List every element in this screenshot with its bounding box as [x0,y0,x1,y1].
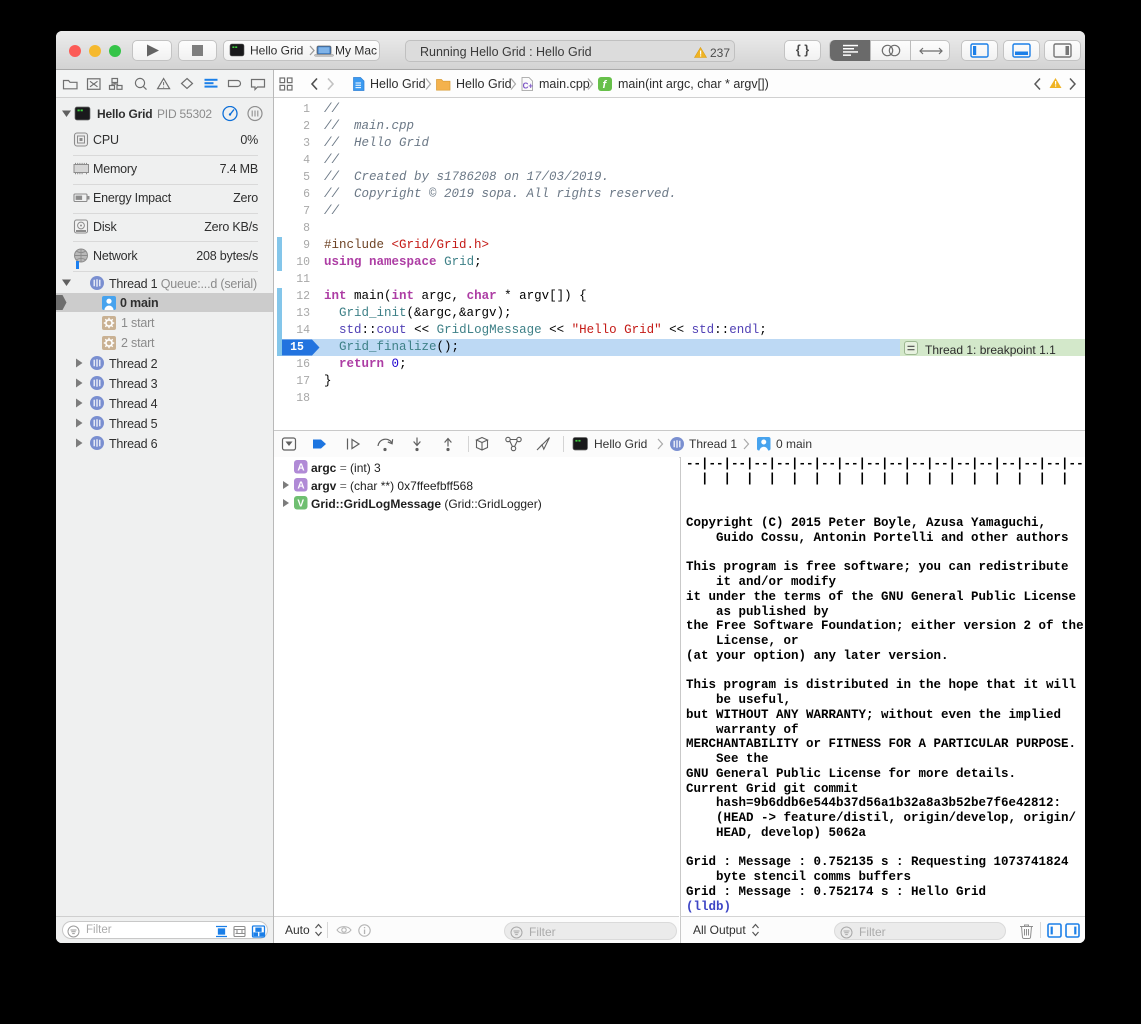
svg-text:Hello Grid: Hello Grid [594,437,647,451]
svg-text:A: A [297,481,304,492]
svg-text:237: 237 [710,46,730,59]
svg-text:PID 55302: PID 55302 [157,107,212,121]
svg-text:0 main: 0 main [776,437,812,451]
svg-text:V: V [297,499,304,510]
svg-text:Thread 1: Thread 1 [689,437,737,451]
svg-text:My Mac: My Mac [335,44,377,58]
svg-text:C+: C+ [523,82,534,91]
svg-text:Hello Grid: Hello Grid [370,77,426,91]
svg-text:A: A [297,463,304,474]
svg-text:Hello Grid: Hello Grid [97,107,152,121]
svg-text:main(int argc, char * argv[]): main(int argc, char * argv[]) [618,77,769,91]
svg-text:Hello Grid: Hello Grid [456,77,512,91]
svg-text:main.cpp: main.cpp [539,77,590,91]
svg-text:Hello Grid: Hello Grid [250,44,303,58]
